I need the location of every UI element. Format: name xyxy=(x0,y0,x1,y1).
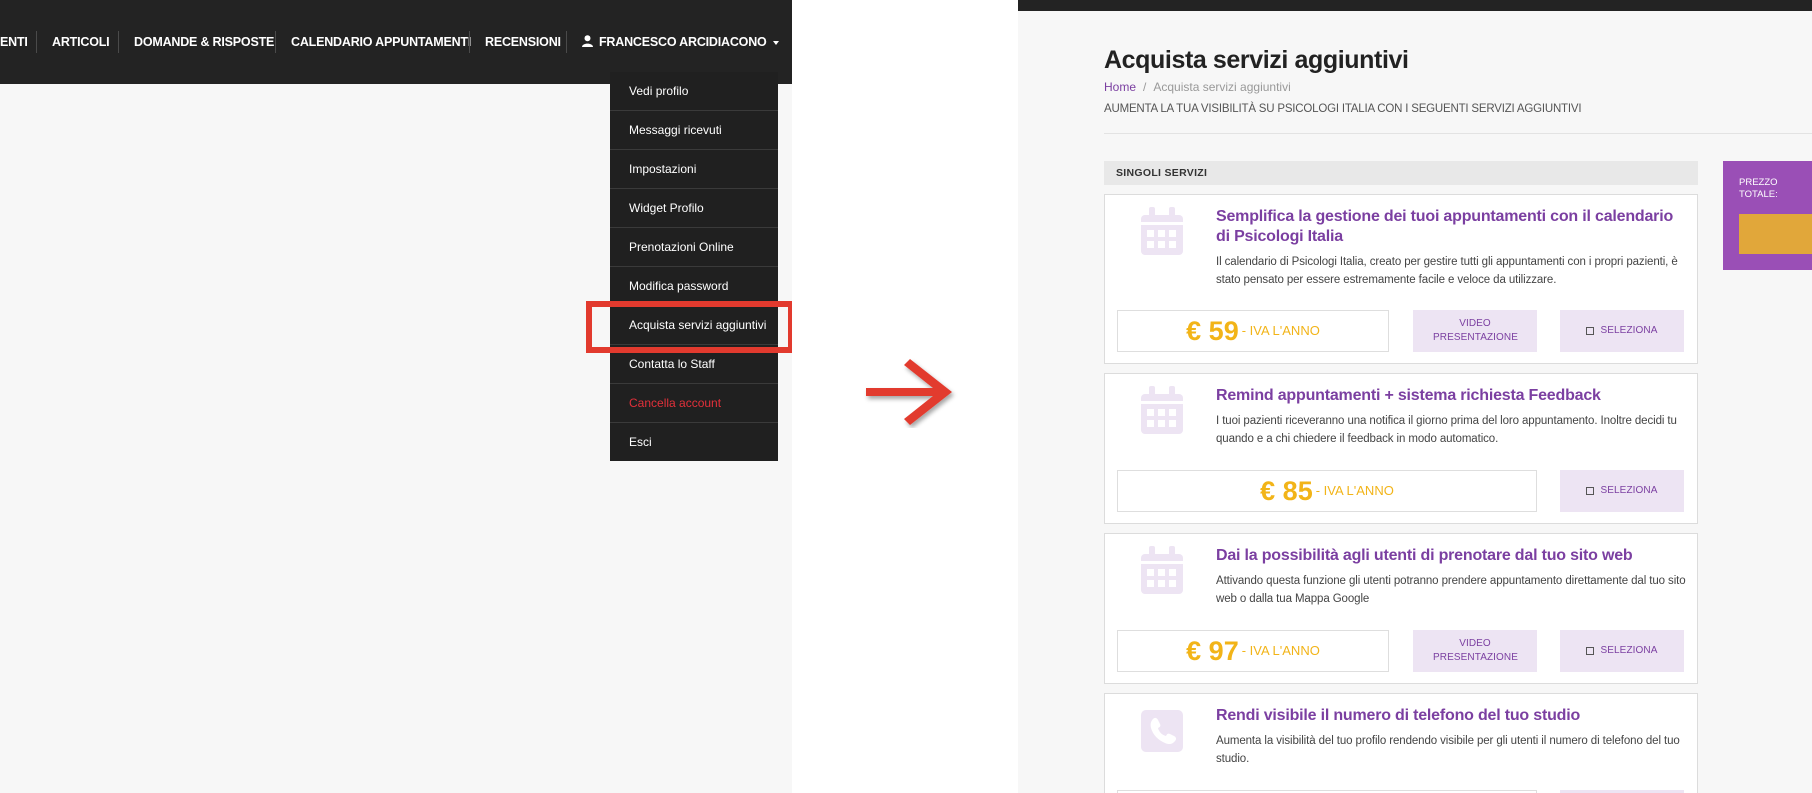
page-subtitle: AUMENTA LA TUA VISIBILITÀ SU PSICOLOGI I… xyxy=(1104,103,1582,115)
service-card: Remind appuntamenti + sistema richiesta … xyxy=(1104,373,1698,524)
page-title: Acquista servizi aggiuntivi xyxy=(1104,46,1409,74)
video-button-label: VIDEO PRESENTAZIONE xyxy=(1433,318,1519,343)
section-header: SINGOLI SERVIZI xyxy=(1104,161,1698,185)
nav-item-articoli[interactable]: ARTICOLI xyxy=(52,32,110,52)
select-button[interactable]: SELEZIONA xyxy=(1560,310,1684,352)
nav-separator xyxy=(566,31,567,53)
nav-separator xyxy=(36,31,37,53)
service-description: Aumenta la visibilità del tuo profilo re… xyxy=(1216,735,1680,765)
select-button-label: SELEZIONA xyxy=(1600,645,1658,656)
price-suffix: - IVA L'ANNO xyxy=(1315,483,1394,498)
service-title: Rendi visibile il numero di telefono del… xyxy=(1216,707,1581,724)
price-box: € 97- IVA L'ANNO xyxy=(1117,630,1389,672)
service-card: Rendi visibile il numero di telefono del… xyxy=(1104,693,1698,793)
menu-item-prenotazioni-online[interactable]: Prenotazioni Online xyxy=(610,228,778,267)
arrow-right-icon xyxy=(866,359,952,425)
right-screenshot: Acquista servizi aggiuntivi Home / Acquist… xyxy=(1018,0,1812,793)
user-dropdown-menu: Vedi profilo Messaggi ricevuti Impostazi… xyxy=(610,72,778,461)
menu-item-messaggi-ricevuti[interactable]: Messaggi ricevuti xyxy=(610,111,778,150)
nav-item-enti[interactable]: ENTI xyxy=(0,32,28,52)
nav-item-calendario-appuntamenti[interactable]: CALENDARIO APPUNTAMENTI xyxy=(291,32,471,52)
select-button-label: SELEZIONA xyxy=(1600,325,1658,336)
price-amount: € 59 xyxy=(1186,316,1239,346)
select-button[interactable]: SELEZIONA xyxy=(1560,630,1684,672)
price-amount: € 97 xyxy=(1186,636,1239,666)
service-description: Il calendario di Psicologi Italia, creat… xyxy=(1216,256,1678,286)
breadcrumb-separator: / xyxy=(1143,80,1147,94)
tutorial-composite: ENTI ARTICOLI DOMANDE & RISPOSTE CALENDA… xyxy=(0,0,1812,793)
total-price-label: PREZZO TOTALE: xyxy=(1739,177,1778,200)
video-button-label: VIDEO PRESENTAZIONE xyxy=(1433,638,1519,663)
breadcrumb-current: Acquista servizi aggiuntivi xyxy=(1153,80,1291,94)
top-bar xyxy=(1018,0,1812,11)
service-title: Dai la possibilità agli utenti di prenot… xyxy=(1216,547,1633,564)
user-name: FRANCESCO ARCIDIACONO xyxy=(599,35,767,49)
nav-separator xyxy=(469,31,470,53)
video-presentation-button[interactable]: VIDEO PRESENTAZIONE xyxy=(1413,310,1537,352)
price-suffix: - IVA L'ANNO xyxy=(1241,643,1320,658)
select-button-label: SELEZIONA xyxy=(1600,485,1658,496)
nav-item-recensioni[interactable]: RECENSIONI xyxy=(485,32,561,52)
purchase-button[interactable]: A xyxy=(1739,214,1812,254)
checkbox-icon xyxy=(1586,487,1595,495)
service-card: Dai la possibilità agli utenti di prenot… xyxy=(1104,533,1698,684)
service-card: Semplifica la gestione dei tuoi appuntam… xyxy=(1104,194,1698,364)
nav-separator xyxy=(275,31,276,53)
menu-item-impostazioni[interactable]: Impostazioni xyxy=(610,150,778,189)
price-box: € 59- IVA L'ANNO xyxy=(1117,310,1389,352)
calendar-icon xyxy=(1141,546,1183,594)
user-menu-toggle[interactable]: FRANCESCO ARCIDIACONO xyxy=(582,32,779,52)
menu-item-esci[interactable]: Esci xyxy=(610,423,778,462)
phone-icon xyxy=(1141,710,1183,752)
menu-item-vedi-profilo[interactable]: Vedi profilo xyxy=(610,72,778,111)
service-title: Remind appuntamenti + sistema richiesta … xyxy=(1216,387,1601,404)
user-icon xyxy=(582,33,593,53)
checkbox-icon xyxy=(1586,647,1595,655)
nav-separator xyxy=(118,31,119,53)
calendar-icon xyxy=(1141,207,1183,255)
breadcrumb-home-link[interactable]: Home xyxy=(1104,80,1136,94)
checkbox-icon xyxy=(1586,327,1595,335)
price-suffix: - IVA L'ANNO xyxy=(1241,323,1320,338)
price-box: € 85- IVA L'ANNO xyxy=(1117,470,1537,512)
service-title: Semplifica la gestione dei tuoi appuntam… xyxy=(1216,208,1674,245)
nav-item-domande-risposte[interactable]: DOMANDE & RISPOSTE xyxy=(134,32,274,52)
caret-down-icon xyxy=(772,40,779,45)
video-presentation-button[interactable]: VIDEO PRESENTAZIONE xyxy=(1413,630,1537,672)
service-description: I tuoi pazienti riceveranno una notifica… xyxy=(1216,415,1677,445)
left-screenshot: ENTI ARTICOLI DOMANDE & RISPOSTE CALENDA… xyxy=(0,0,792,793)
service-description: Attivando questa funzione gli utenti pot… xyxy=(1216,575,1686,605)
divider xyxy=(1104,133,1812,134)
price-amount: € 85 xyxy=(1260,476,1313,506)
highlight-annotation-box xyxy=(586,301,792,353)
menu-item-widget-profilo[interactable]: Widget Profilo xyxy=(610,189,778,228)
menu-item-cancella-account[interactable]: Cancella account xyxy=(610,384,778,423)
select-button[interactable]: SELEZIONA xyxy=(1560,470,1684,512)
breadcrumb: Home / Acquista servizi aggiuntivi xyxy=(1104,80,1291,94)
calendar-icon xyxy=(1141,386,1183,434)
total-price-panel: PREZZO TOTALE: A xyxy=(1723,161,1812,270)
